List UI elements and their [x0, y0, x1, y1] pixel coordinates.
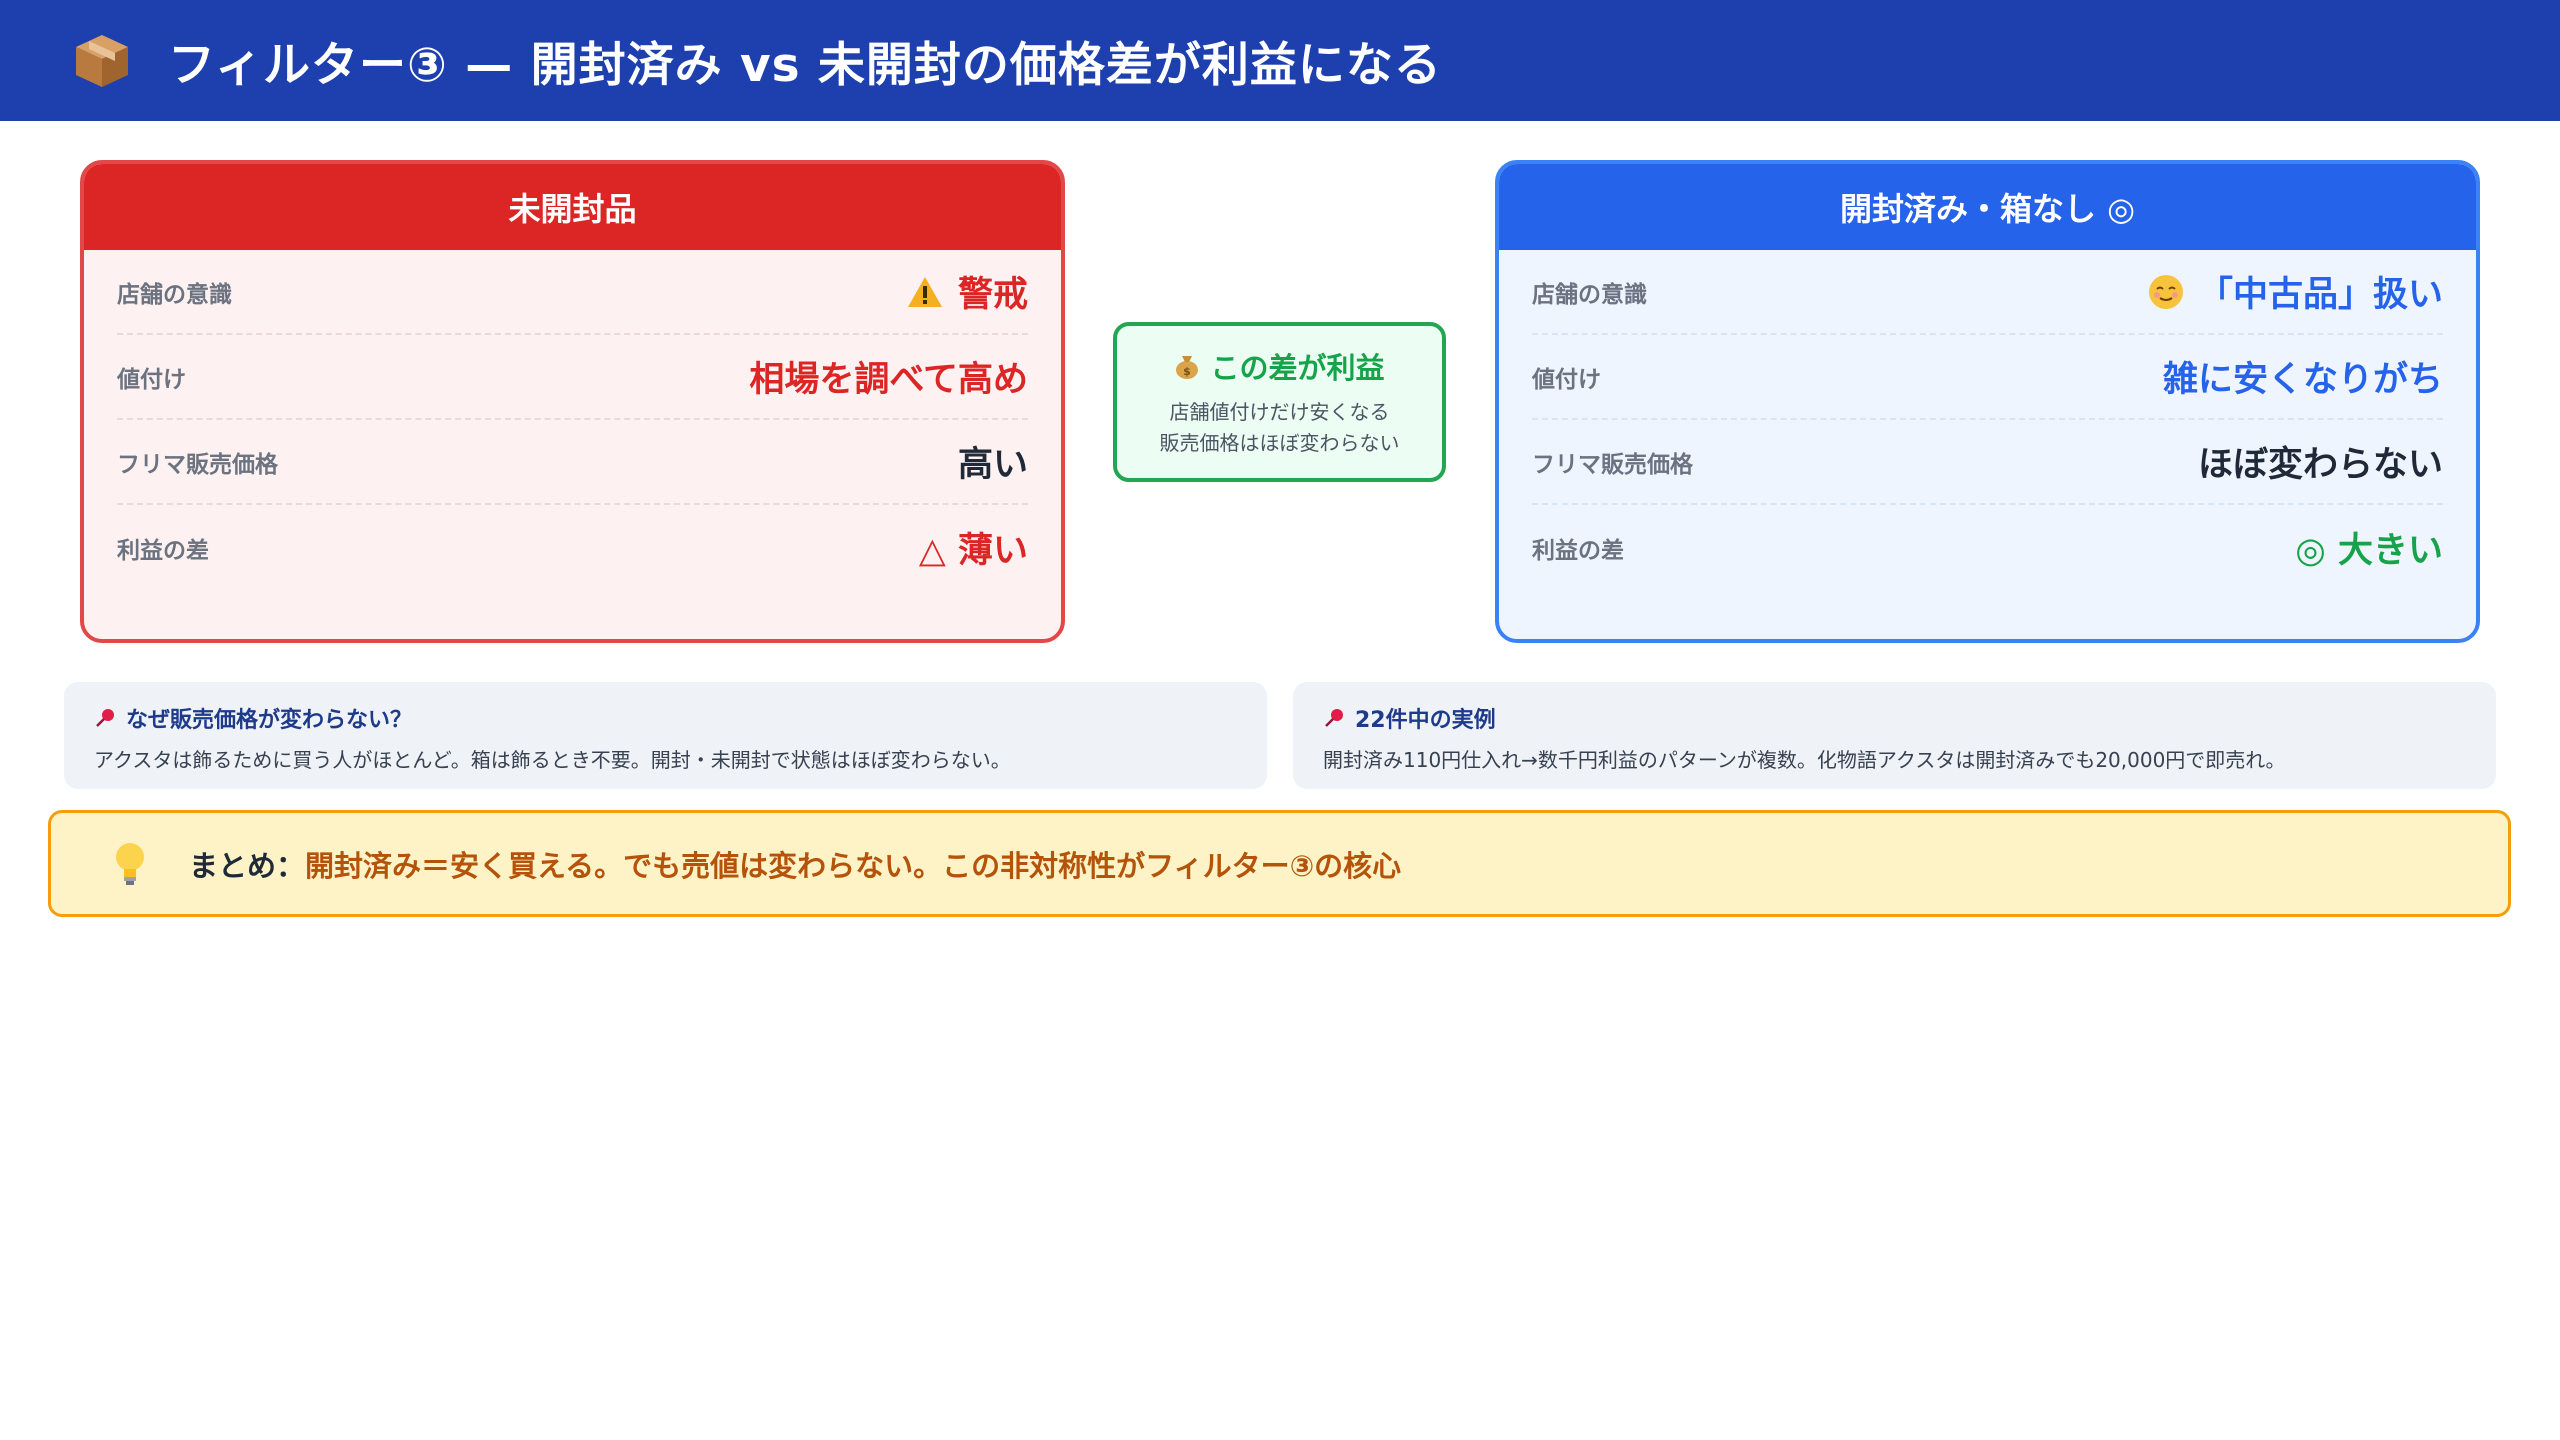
- row-value: ◎ 大きい: [2295, 531, 2443, 571]
- row-label: 利益の差: [117, 537, 209, 564]
- row-label: 値付け: [1532, 366, 1601, 393]
- row-label: 店舗の意識: [117, 281, 232, 308]
- opened-row-store-awareness: 店舗の意識 「中古品」扱い: [1532, 250, 2443, 335]
- unopened-card-title: 未開封品: [84, 164, 1061, 250]
- svg-text:$: $: [1184, 365, 1192, 378]
- opened-row-flea-price: フリマ販売価格 ほぼ変わらない: [1532, 420, 2443, 505]
- opened-card: 開封済み・箱なし ◎ 店舗の意識 「中古品」扱い 値付け 雑に安くなりがち フリ…: [1495, 160, 2480, 643]
- info-why-price-same: なぜ販売価格が変わらない？ アクスタは飾るために買う人がほとんど。箱は飾るとき不…: [64, 682, 1267, 789]
- row-value: 高い: [957, 445, 1028, 485]
- info-title: なぜ販売価格が変わらない？: [126, 708, 413, 733]
- row-value-wrap: 警戒: [906, 266, 1028, 317]
- opened-row-profit-gap: 利益の差 ◎ 大きい: [1532, 505, 2443, 590]
- info-title-wrap: 22件中の実例: [1323, 702, 2466, 734]
- summary-label: まとめ：: [189, 848, 306, 883]
- row-value: 「中古品」扱い: [2197, 275, 2443, 315]
- row-label: 店舗の意識: [1532, 281, 1647, 308]
- lightbulb-icon: [113, 841, 147, 887]
- relieved-face-icon: [2148, 274, 2184, 310]
- callout-title: この差が利益: [1210, 351, 1385, 385]
- package-icon: [72, 31, 132, 91]
- row-value: 雑に安くなりがち: [2162, 360, 2443, 400]
- opened-card-title: 開封済み・箱なし ◎: [1499, 164, 2476, 250]
- row-value: ほぼ変わらない: [2197, 445, 2443, 485]
- unopened-row-flea-price: フリマ販売価格 高い: [117, 420, 1028, 505]
- summary-text: 開封済み＝安く買える。でも売値は変わらない。この非対称性がフィルター③の核心: [305, 848, 1402, 883]
- warning-icon: [906, 275, 944, 309]
- row-label: 利益の差: [1532, 537, 1624, 564]
- row-value: 警戒: [957, 275, 1028, 315]
- info-title: 22件中の実例: [1355, 708, 1496, 733]
- info-text: アクスタは飾るために買う人がほとんど。箱は飾るとき不要。開封・未開封で状態はほぼ…: [94, 748, 1011, 772]
- unopened-row-pricing: 値付け 相場を調べて高め: [117, 335, 1028, 420]
- header-bar: フィルター③ — 開封済み vs 未開封の価格差が利益になる: [0, 0, 2560, 121]
- info-title-wrap: なぜ販売価格が変わらない？: [94, 702, 1237, 734]
- unopened-row-store-awareness: 店舗の意識 警戒: [117, 250, 1028, 335]
- opened-row-pricing: 値付け 雑に安くなりがち: [1532, 335, 2443, 420]
- callout-line-1: 店舗値付けだけ安くなる: [1169, 400, 1390, 424]
- page-title: フィルター③ — 開封済み vs 未開封の価格差が利益になる: [168, 38, 1442, 93]
- unopened-row-profit-gap: 利益の差 △ 薄い: [117, 505, 1028, 590]
- callout-line-2: 販売価格はほぼ変わらない: [1159, 431, 1400, 455]
- pushpin-icon: [94, 707, 116, 729]
- row-label: フリマ販売価格: [1532, 451, 1693, 478]
- row-value: △ 薄い: [918, 531, 1028, 571]
- row-value: 相場を調べて高め: [749, 360, 1028, 400]
- info-examples: 22件中の実例 開封済み110円仕入れ→数千円利益のパターンが複数。化物語アクス…: [1293, 682, 2496, 789]
- row-label: 値付け: [117, 366, 186, 393]
- row-label: フリマ販売価格: [117, 451, 278, 478]
- callout-title-wrap: $ この差が利益: [1174, 345, 1385, 387]
- row-value-wrap: 「中古品」扱い: [2148, 266, 2443, 317]
- money-bag-icon: $: [1174, 352, 1200, 380]
- summary-banner: まとめ： 開封済み＝安く買える。でも売値は変わらない。この非対称性がフィルター③…: [48, 810, 2511, 917]
- pushpin-icon: [1323, 707, 1345, 729]
- info-text: 開封済み110円仕入れ→数千円利益のパターンが複数。化物語アクスタは開封済みでも…: [1323, 748, 2286, 772]
- profit-gap-callout: $ この差が利益 店舗値付けだけ安くなる 販売価格はほぼ変わらない: [1113, 322, 1446, 482]
- unopened-card: 未開封品 店舗の意識 警戒 値付け 相場を調べて高め フリマ販売価格 高い 利益…: [80, 160, 1065, 643]
